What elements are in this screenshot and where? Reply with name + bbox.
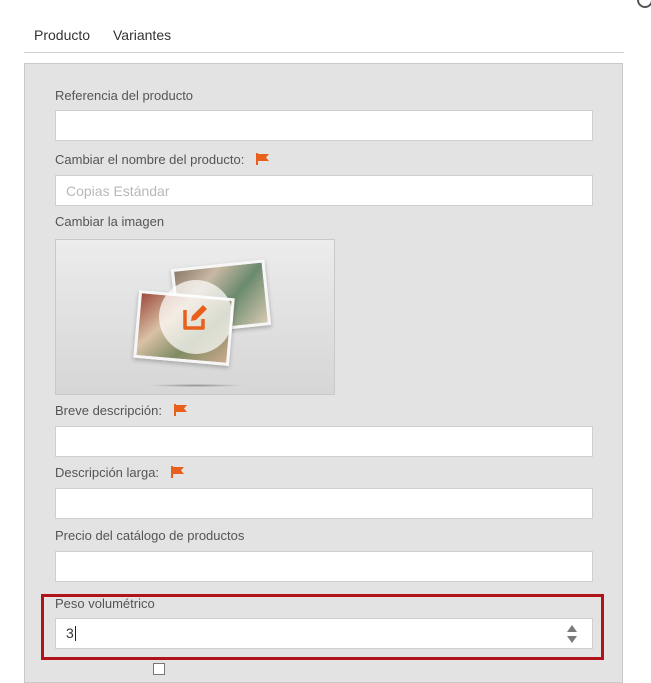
stepper-icon[interactable]: [566, 624, 578, 644]
catalog-price-input[interactable]: [55, 551, 593, 582]
product-form-panel: Referencia del producto Cambiar el nombr…: [24, 63, 623, 683]
short-description-input[interactable]: [55, 426, 593, 457]
tab-producto[interactable]: Producto: [34, 27, 90, 43]
long-description-label: Descripción larga:: [55, 465, 185, 480]
short-description-label: Breve descripción:: [55, 403, 188, 418]
long-description-label-text: Descripción larga:: [55, 465, 160, 480]
image-label-text: Cambiar la imagen: [55, 214, 165, 229]
flag-icon: [170, 466, 184, 478]
edit-icon[interactable]: [179, 301, 211, 333]
reference-label: Referencia del producto: [55, 88, 193, 103]
volumetric-weight-label-text: Peso volumétrico: [55, 596, 155, 611]
catalog-price-label: Precio del catálogo de productos: [55, 528, 244, 543]
volumetric-weight-input[interactable]: 3: [55, 618, 593, 649]
tab-bar: Producto Variantes: [24, 20, 624, 53]
photo-shadow: [148, 384, 244, 387]
volumetric-weight-label: Peso volumétrico: [55, 596, 155, 611]
flag-icon: [173, 404, 187, 416]
image-label: Cambiar la imagen: [55, 214, 164, 229]
rename-input[interactable]: [55, 175, 593, 206]
close-icon[interactable]: [637, 0, 651, 8]
short-description-label-text: Breve descripción:: [55, 403, 162, 418]
checkbox[interactable]: [153, 663, 165, 675]
volumetric-weight-value: 3: [66, 625, 74, 641]
reference-label-text: Referencia del producto: [55, 88, 194, 103]
flag-icon: [255, 153, 269, 165]
reference-input[interactable]: [55, 110, 593, 141]
text-cursor: [74, 626, 76, 641]
catalog-price-label-text: Precio del catálogo de productos: [55, 528, 245, 543]
tab-variantes[interactable]: Variantes: [113, 27, 171, 43]
product-image[interactable]: [55, 239, 335, 395]
long-description-input[interactable]: [55, 488, 593, 519]
rename-label-text: Cambiar el nombre del producto:: [55, 152, 245, 167]
rename-label: Cambiar el nombre del producto:: [55, 152, 270, 167]
